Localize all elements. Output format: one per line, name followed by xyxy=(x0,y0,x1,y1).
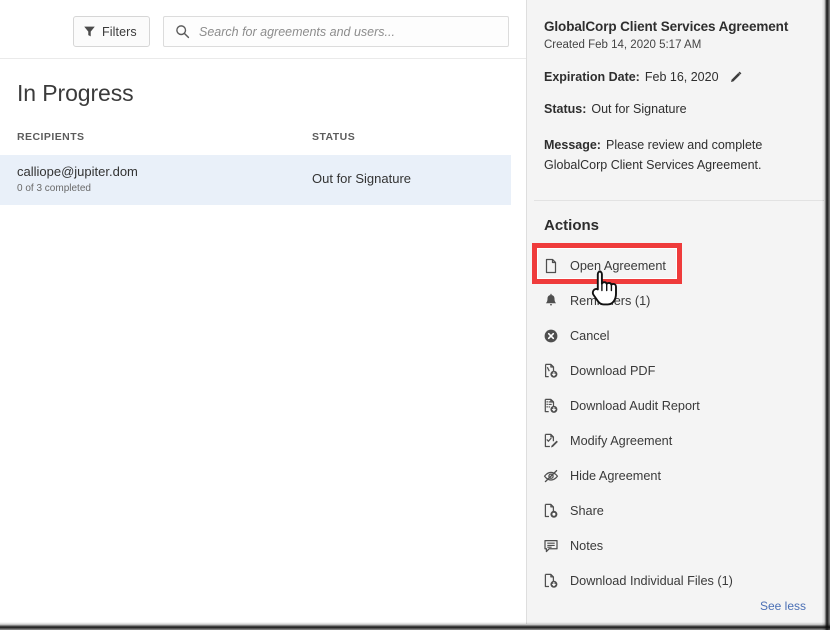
action-item-modify-agreement[interactable]: Modify Agreement xyxy=(527,423,824,458)
action-item-label: Open Agreement xyxy=(570,259,666,273)
document-download-report-icon xyxy=(543,398,563,414)
status-label: Status: xyxy=(544,102,586,116)
column-header-status: STATUS xyxy=(312,131,355,143)
action-item-label: Hide Agreement xyxy=(570,469,661,483)
pencil-icon[interactable] xyxy=(728,70,743,85)
action-item-cancel[interactable]: Cancel xyxy=(527,318,824,353)
filters-label: Filters xyxy=(102,25,137,39)
expiration-date-label: Expiration Date: xyxy=(544,70,640,84)
message-label: Message: xyxy=(544,138,601,152)
action-item-hide-agreement[interactable]: Hide Agreement xyxy=(527,458,824,493)
toolbar: Filters Search for agreements and users.… xyxy=(0,0,526,59)
agreements-list-pane: Filters Search for agreements and users.… xyxy=(0,0,526,630)
action-item-label: Modify Agreement xyxy=(570,434,672,448)
action-item-download-individual-files-1[interactable]: Download Individual Files (1) xyxy=(527,563,824,598)
row-recipient-email: calliope@jupiter.dom xyxy=(17,164,138,179)
document-download-icon xyxy=(543,573,563,589)
document-pencil-icon xyxy=(543,433,563,449)
action-item-share[interactable]: Share xyxy=(527,493,824,528)
document-icon xyxy=(543,258,563,274)
document-share-icon xyxy=(543,503,563,519)
action-item-reminders-1[interactable]: Reminders (1) xyxy=(527,283,824,318)
search-icon xyxy=(175,24,190,39)
action-item-download-audit-report[interactable]: Download Audit Report xyxy=(527,388,824,423)
see-less-link[interactable]: See less xyxy=(760,599,806,613)
filters-button[interactable]: Filters xyxy=(73,16,150,47)
document-download-pdf-icon xyxy=(543,363,563,379)
agreement-title: GlobalCorp Client Services Agreement xyxy=(544,19,788,34)
actions-heading: Actions xyxy=(544,217,599,234)
table-row[interactable]: calliope@jupiter.dom 0 of 3 completed Ou… xyxy=(0,155,511,205)
action-item-label: Reminders (1) xyxy=(570,294,650,308)
circle-x-icon xyxy=(543,328,563,344)
status-value: Out for Signature xyxy=(591,102,686,116)
action-item-open-agreement[interactable]: Open Agreement xyxy=(527,248,824,283)
row-status-text: Out for Signature xyxy=(312,171,411,186)
action-item-notes[interactable]: Notes xyxy=(527,528,824,563)
message-field: Message:Please review and complete Globa… xyxy=(544,135,806,175)
agreement-detail-panel: GlobalCorp Client Services Agreement Cre… xyxy=(526,0,823,624)
bell-icon xyxy=(543,293,563,309)
row-progress-text: 0 of 3 completed xyxy=(17,183,91,194)
expiration-date-field: Expiration Date: Feb 16, 2020 xyxy=(544,70,719,84)
search-placeholder: Search for agreements and users... xyxy=(199,25,395,39)
action-item-label: Download PDF xyxy=(570,364,655,378)
actions-list: Open Agreement Reminders (1) Cancel Downloa… xyxy=(527,248,824,598)
status-field: Status: Out for Signature xyxy=(544,102,687,116)
column-header-recipients: RECIPIENTS xyxy=(17,131,85,143)
action-item-label: Cancel xyxy=(570,329,610,343)
action-item-label: Notes xyxy=(570,539,603,553)
table-header: RECIPIENTS STATUS xyxy=(0,131,526,154)
funnel-icon xyxy=(83,25,96,38)
expiration-date-value: Feb 16, 2020 xyxy=(645,70,719,84)
agreement-created-date: Created Feb 14, 2020 5:17 AM xyxy=(544,39,701,51)
action-item-label: Download Individual Files (1) xyxy=(570,574,733,588)
page-title: In Progress xyxy=(17,80,134,107)
app-window: Filters Search for agreements and users.… xyxy=(0,0,830,630)
action-item-label: Share xyxy=(570,504,604,518)
action-item-label: Download Audit Report xyxy=(570,399,700,413)
eye-slash-icon xyxy=(543,468,563,484)
action-item-download-pdf[interactable]: Download PDF xyxy=(527,353,824,388)
speech-bubble-icon xyxy=(543,538,563,554)
panel-divider xyxy=(534,200,824,201)
search-input[interactable]: Search for agreements and users... xyxy=(163,16,509,47)
